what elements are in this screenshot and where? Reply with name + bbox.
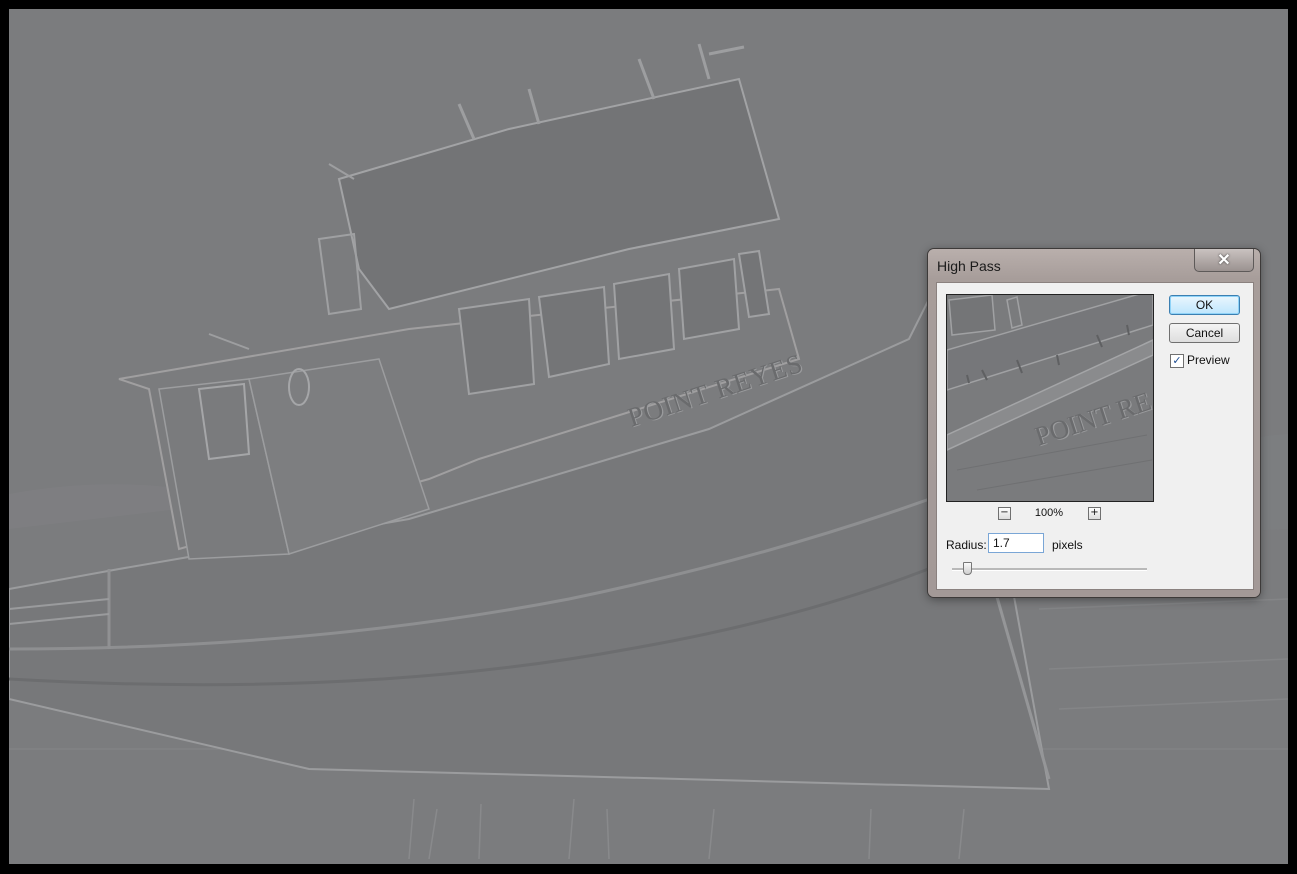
close-button[interactable]: ✕ <box>1194 249 1254 272</box>
filter-preview[interactable]: POINT RE <box>946 294 1154 502</box>
zoom-out-button[interactable]: − <box>998 507 1011 520</box>
dialog-title: High Pass <box>937 258 1001 274</box>
dialog-content: POINT RE − 100% + OK Cancel ✓ Preview Ra… <box>936 282 1254 590</box>
radius-units-label: pixels <box>1052 538 1083 552</box>
preview-checkbox[interactable]: ✓ <box>1170 354 1184 368</box>
ok-button[interactable]: OK <box>1169 295 1240 315</box>
cancel-button[interactable]: Cancel <box>1169 323 1240 343</box>
preview-label: Preview <box>1187 353 1230 367</box>
checkmark-icon: ✓ <box>1172 354 1182 367</box>
zoom-level: 100% <box>1034 507 1064 519</box>
radius-label: Radius: <box>946 538 987 552</box>
radius-slider-thumb[interactable] <box>963 562 972 575</box>
close-icon: ✕ <box>1217 252 1231 269</box>
radius-input[interactable]: 1.7 <box>988 533 1044 553</box>
radius-slider-track[interactable] <box>952 568 1147 571</box>
minus-icon: − <box>1000 507 1009 518</box>
zoom-in-button[interactable]: + <box>1088 507 1101 520</box>
high-pass-dialog: High Pass ✕ POINT RE − 100% + OK Cancel <box>928 249 1260 597</box>
plus-icon: + <box>1090 507 1099 518</box>
